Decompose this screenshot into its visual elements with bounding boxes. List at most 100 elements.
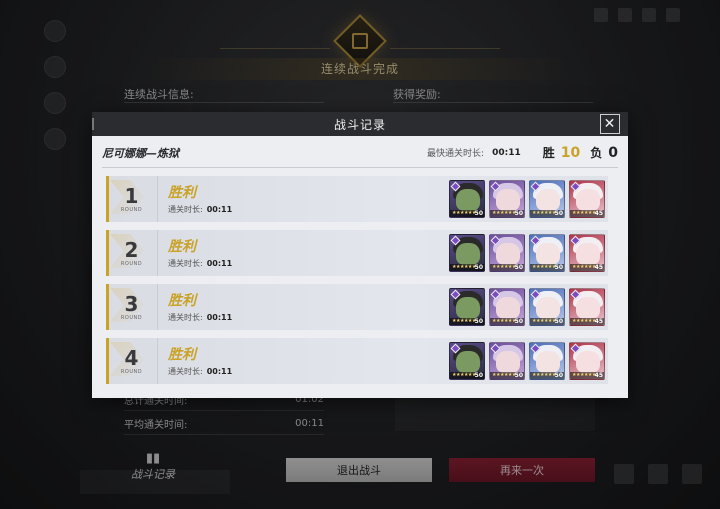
character-portrait: ★★★★★★ 45 [569,180,605,218]
round-number-box: 2 ROUND [106,230,158,276]
lose-label: 负 [590,146,603,160]
portrait-face [536,297,560,319]
character-level: 45 [594,318,603,325]
battle-record-modal: 战斗记录 ✕ 尼可娜娜—炼狱 最快通关时长: 00:11 胜 10 负 0 1 … [92,112,628,398]
round-result: 胜利 [168,184,196,201]
clear-time-value: 00:11 [206,366,233,376]
round-word: ROUND [120,314,143,321]
round-number: 3 [124,291,139,316]
round-number: 1 [124,183,139,208]
round-clear-time: 通关时长: 00:11 [168,366,232,377]
round-clear-time: 通关时长: 00:11 [168,204,232,215]
portrait-face [496,243,520,265]
portrait-face [456,297,480,319]
team-lineup: ★★★★★★ 50 ★★★★★★ 50 ★★★★★★ 50 ★★★★★★ 45 [449,180,605,218]
clear-time-value: 00:11 [206,312,233,322]
portrait-face [576,297,600,319]
character-portrait: ★★★★★★ 50 [489,342,525,380]
stage-summary: 尼可娜娜—炼狱 最快通关时长: 00:11 胜 10 负 0 [102,142,618,168]
header-edge [92,118,94,130]
clear-time-value: 00:11 [206,258,233,268]
character-portrait: ★★★★★★ 50 [529,288,565,326]
character-level: 50 [514,210,523,217]
character-portrait: ★★★★★★ 50 [489,180,525,218]
portrait-face [536,351,560,373]
character-level: 50 [474,318,483,325]
character-level: 50 [554,318,563,325]
character-level: 45 [594,372,603,379]
character-level: 50 [514,372,523,379]
team-lineup: ★★★★★★ 50 ★★★★★★ 50 ★★★★★★ 50 ★★★★★★ 45 [449,288,605,326]
round-word: ROUND [120,368,143,375]
character-portrait: ★★★★★★ 45 [569,342,605,380]
clear-time-label: 通关时长: [168,366,203,376]
round-info: 胜利 通关时长: 00:11 [168,346,232,377]
round-row: 4 ROUND 胜利 通关时长: 00:11 ★★★★★★ 50 ★★★★★★ … [106,338,608,384]
round-number: 2 [124,237,139,262]
character-portrait: ★★★★★★ 45 [569,234,605,272]
character-portrait: ★★★★★★ 50 [449,234,485,272]
character-level: 50 [514,318,523,325]
round-word: ROUND [120,206,143,213]
portrait-face [496,189,520,211]
portrait-face [456,243,480,265]
round-result: 胜利 [168,238,196,255]
clear-time-label: 通关时长: [168,312,203,322]
portrait-face [576,243,600,265]
character-portrait: ★★★★★★ 50 [529,342,565,380]
character-portrait: ★★★★★★ 50 [489,288,525,326]
character-level: 45 [594,210,603,217]
round-info: 胜利 通关时长: 00:11 [168,292,232,323]
clear-time-value: 00:11 [206,204,233,214]
character-level: 45 [594,264,603,271]
close-icon: ✕ [603,116,617,132]
character-portrait: ★★★★★★ 45 [569,288,605,326]
round-clear-time: 通关时长: 00:11 [168,258,232,269]
character-level: 50 [474,210,483,217]
portrait-face [576,351,600,373]
character-level: 50 [514,264,523,271]
modal-title: 战斗记录 [333,117,386,132]
win-label: 胜 [542,146,555,160]
round-row: 2 ROUND 胜利 通关时长: 00:11 ★★★★★★ 50 ★★★★★★ … [106,230,608,276]
character-portrait: ★★★★★★ 50 [529,180,565,218]
portrait-face [456,189,480,211]
lose-count: 0 [608,144,618,161]
round-number: 4 [124,345,139,370]
character-level: 50 [554,210,563,217]
character-portrait: ★★★★★★ 50 [529,234,565,272]
portrait-face [536,243,560,265]
portrait-face [496,351,520,373]
round-word: ROUND [120,260,143,267]
round-number-box: 1 ROUND [106,176,158,222]
fastest-clear-label: 最快通关时长: [427,149,485,159]
round-list: 1 ROUND 胜利 通关时长: 00:11 ★★★★★★ 50 ★★★★★★ … [106,176,608,392]
modal-header: 战斗记录 ✕ [92,112,628,136]
round-row: 3 ROUND 胜利 通关时长: 00:11 ★★★★★★ 50 ★★★★★★ … [106,284,608,330]
close-button[interactable]: ✕ [600,114,620,134]
round-clear-time: 通关时长: 00:11 [168,312,232,323]
character-portrait: ★★★★★★ 50 [449,342,485,380]
clear-time-label: 通关时长: [168,204,203,214]
round-number-box: 3 ROUND [106,284,158,330]
clear-time-label: 通关时长: [168,258,203,268]
character-portrait: ★★★★★★ 50 [489,234,525,272]
character-portrait: ★★★★★★ 50 [449,180,485,218]
round-number-box: 4 ROUND [106,338,158,384]
win-count: 10 [560,144,581,161]
round-row: 1 ROUND 胜利 通关时长: 00:11 ★★★★★★ 50 ★★★★★★ … [106,176,608,222]
portrait-face [456,351,480,373]
portrait-face [536,189,560,211]
stage-name: 尼可娜娜—炼狱 [102,146,179,160]
fastest-clear-value: 00:11 [492,147,521,158]
round-result: 胜利 [168,292,196,309]
portrait-face [576,189,600,211]
round-info: 胜利 通关时长: 00:11 [168,184,232,215]
portrait-face [496,297,520,319]
character-level: 50 [554,264,563,271]
round-info: 胜利 通关时长: 00:11 [168,238,232,269]
character-level: 50 [474,264,483,271]
character-level: 50 [554,372,563,379]
round-result: 胜利 [168,346,196,363]
team-lineup: ★★★★★★ 50 ★★★★★★ 50 ★★★★★★ 50 ★★★★★★ 45 [449,342,605,380]
